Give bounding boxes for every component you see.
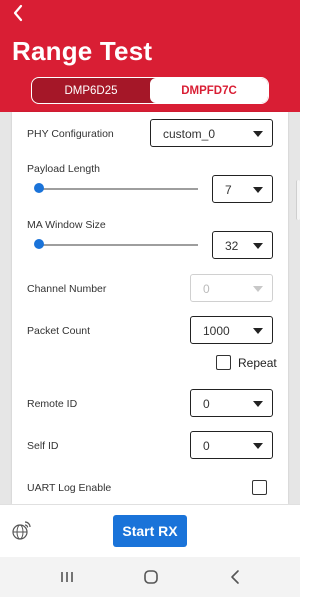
ma-window-size-label: MA Window Size (27, 219, 106, 231)
ma-window-size-value: 32 (225, 239, 239, 253)
system-navigation-bar (0, 557, 300, 597)
remote-id-label: Remote ID (27, 398, 78, 410)
channel-number-dropdown: 0 (190, 274, 273, 302)
uart-log-enable-checkbox[interactable] (252, 480, 267, 495)
back-icon[interactable] (225, 567, 245, 587)
recents-icon[interactable] (57, 567, 77, 587)
caret-down-icon (253, 286, 263, 292)
ma-window-size-slider-thumb[interactable] (34, 239, 44, 249)
caret-down-icon (253, 443, 263, 449)
scroll-indicator[interactable] (296, 180, 300, 220)
payload-length-dropdown[interactable]: 7 (212, 175, 273, 203)
payload-length-value: 7 (225, 183, 232, 197)
caret-down-icon (253, 243, 263, 249)
caret-down-icon (253, 328, 263, 334)
caret-down-icon (253, 131, 263, 137)
remote-id-dropdown[interactable]: 0 (190, 389, 273, 417)
self-id-dropdown[interactable]: 0 (190, 431, 273, 459)
device-tabs: DMP6D25 DMPFD7C (31, 77, 269, 104)
self-id-label: Self ID (27, 440, 59, 452)
ma-window-size-dropdown[interactable]: 32 (212, 231, 273, 259)
page-title: Range Test (12, 36, 153, 66)
start-rx-button[interactable]: Start RX (113, 515, 187, 547)
caret-down-icon (253, 401, 263, 407)
ma-window-size-slider[interactable] (38, 244, 198, 246)
channel-number-label: Channel Number (27, 283, 107, 295)
channel-number-value: 0 (203, 282, 210, 296)
phy-configuration-value: custom_0 (163, 127, 216, 141)
packet-count-label: Packet Count (27, 325, 91, 337)
packet-count-dropdown[interactable]: 1000 (190, 316, 273, 344)
repeat-label: Repeat (238, 356, 277, 370)
phy-configuration-label: PHY Configuration (27, 128, 114, 140)
app-header: Range Test DMP6D25 DMPFD7C (0, 0, 300, 112)
home-icon[interactable] (141, 567, 161, 587)
tab-dmpfd7c[interactable]: DMPFD7C (150, 78, 268, 103)
remote-id-value: 0 (203, 397, 210, 411)
globe-signal-icon[interactable] (11, 519, 33, 541)
tab-dmp6d25[interactable]: DMP6D25 (32, 78, 150, 103)
repeat-checkbox[interactable] (216, 355, 231, 370)
payload-length-slider[interactable] (38, 188, 198, 190)
packet-count-value: 1000 (203, 324, 230, 338)
payload-length-label: Payload Length (27, 163, 100, 175)
caret-down-icon (253, 187, 263, 193)
chevron-left-icon[interactable] (8, 2, 30, 24)
payload-length-slider-thumb[interactable] (34, 183, 44, 193)
self-id-value: 0 (203, 439, 210, 453)
uart-log-enable-label: UART Log Enable (27, 482, 112, 494)
phy-configuration-dropdown[interactable]: custom_0 (150, 119, 273, 147)
